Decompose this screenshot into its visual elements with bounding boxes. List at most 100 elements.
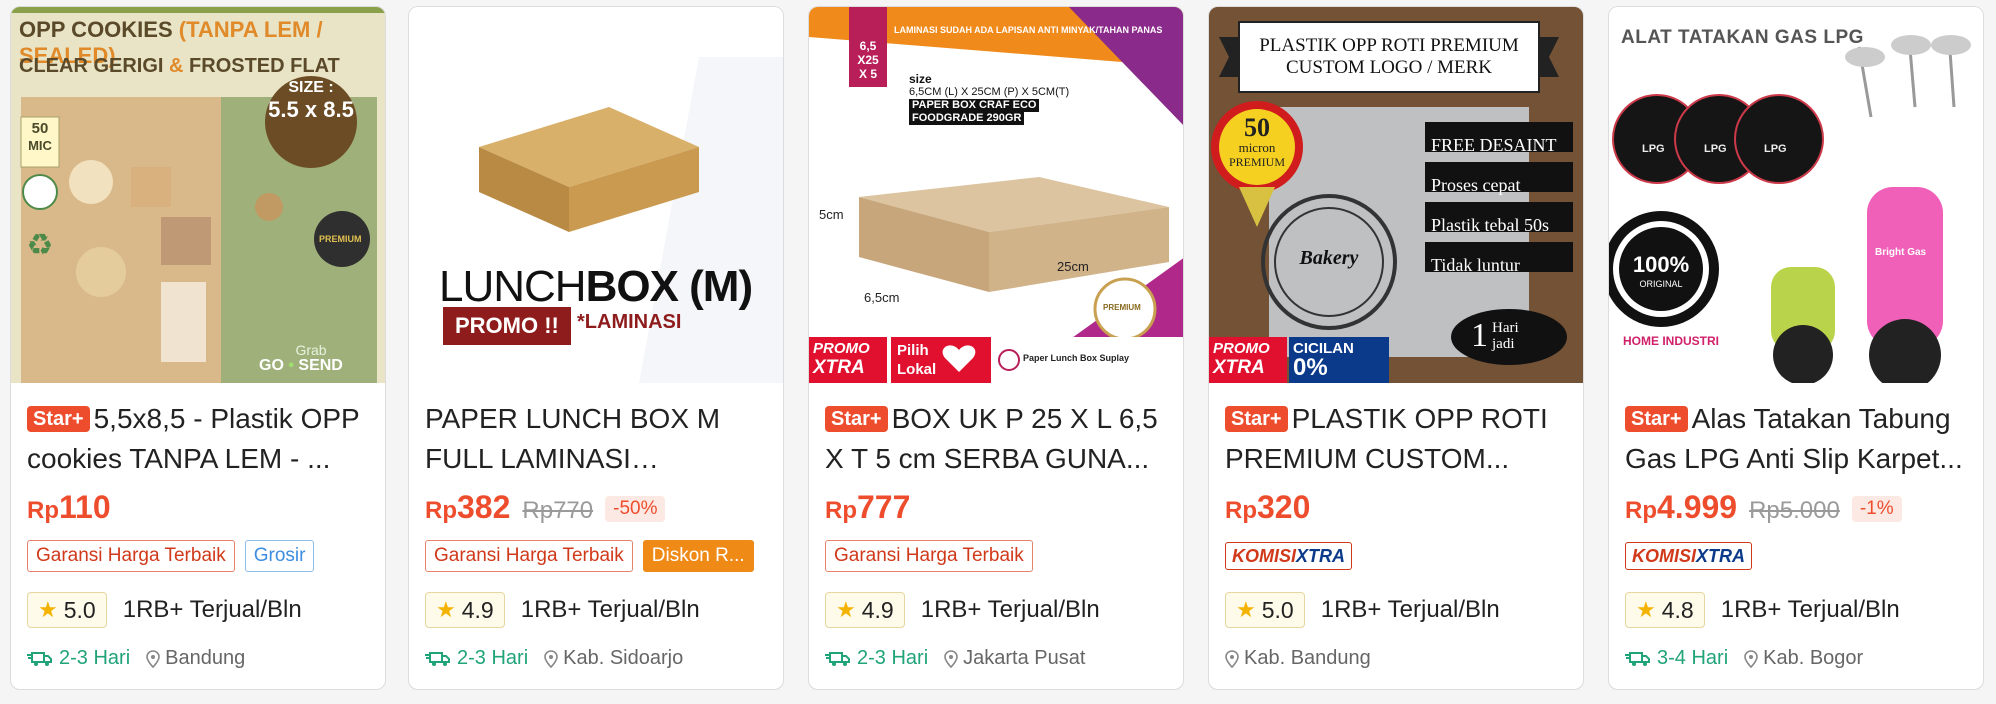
star-plus-badge: Star+ [1225, 406, 1288, 432]
product-card[interactable]: LAMINASI SUDAH ADA LAPISAN ANTI MINYAK/T… [808, 6, 1184, 690]
star-icon: ★ [1236, 597, 1256, 622]
size-label: SIZE : [288, 79, 334, 96]
product-image[interactable]: ALAT TATAKAN GAS LPG LPG LPG LPG 100% OR… [1609, 7, 1983, 383]
dim-3: X 5 [858, 67, 877, 81]
lpg-label-3: LPG [1764, 143, 1787, 155]
product-title[interactable]: Star+ PLASTIK OPP ROTI PREMIUM CUSTOM... [1225, 399, 1567, 479]
tags-row: Garansi Harga Terbaik Grosir [27, 539, 369, 573]
go-text: GO [259, 357, 284, 374]
seal-number: 50 [1244, 113, 1270, 142]
original-badge-text: ORIGINAL [1639, 279, 1683, 289]
product-card[interactable]: LUNCHBOX (M) PROMO !! *LAMINASI PAPER LU… [408, 6, 784, 690]
product-price: Rp4.999 [1625, 489, 1737, 526]
shipping-days: 2-3 Hari [59, 647, 131, 669]
location-text: Bandung [165, 647, 246, 669]
location: Jakarta Pusat [944, 647, 1085, 670]
delivery-truck-icon [425, 651, 450, 666]
star-plus-badge: Star+ [825, 406, 888, 432]
tag-grosir: Grosir [244, 540, 315, 572]
meta-row: 2-3 Hari Jakarta Pusat [825, 647, 1167, 670]
star-plus-badge: Star+ [1625, 406, 1688, 432]
komisi-b: XTRA [1296, 546, 1346, 566]
rating-badge: ★ 5.0 [27, 592, 107, 628]
product-card[interactable]: ALAT TATAKAN GAS LPG LPG LPG LPG 100% OR… [1608, 6, 1984, 690]
feature-4: Tidak luntur [1431, 255, 1520, 275]
location-pin-icon [944, 649, 958, 668]
rating-row: ★ 5.0 1RB+ Terjual/Bln [1225, 591, 1567, 629]
discount-badge: -1% [1851, 496, 1902, 522]
rating-row: ★ 4.9 1RB+ Terjual/Bln [825, 591, 1167, 629]
delivery-truck-icon [825, 651, 850, 666]
jadi-b: jadi [1492, 336, 1515, 352]
product-title[interactable]: PAPER LUNCH BOX M FULL LAMINASI Lunchbo.… [425, 399, 767, 479]
sold-count: 1RB+ Terjual/Bln [1320, 596, 1500, 623]
product-card[interactable]: ♻ Grab OPP COOKIES (TANPA LEM / SEALED) … [10, 6, 386, 690]
tag-best-price: Garansi Harga Terbaik [825, 540, 1033, 572]
svg-text:♻: ♻ [27, 228, 54, 263]
product-title[interactable]: Star+ BOX UK P 25 X L 6,5 X T 5 cm SERBA … [825, 399, 1167, 479]
image-line-b: & [169, 55, 184, 77]
product-price: Rp320 [1225, 489, 1310, 526]
original-price: Rp770 [522, 497, 594, 524]
price-value: 4.999 [1657, 489, 1738, 525]
tag-best-price: Garansi Harga Terbaik [27, 540, 235, 572]
rating-value: 4.8 [1661, 597, 1694, 623]
feature-2: Proses cepat [1431, 175, 1521, 195]
currency: Rp [27, 497, 59, 524]
promo-xtra-a: PROMO [1213, 340, 1270, 357]
brand-b: BOX (M) [585, 262, 754, 311]
product-image[interactable]: LUNCHBOX (M) PROMO !! *LAMINASI [409, 7, 783, 383]
seller-label: Paper Lunch Box Suplay [1023, 353, 1130, 363]
sold-count: 1RB+ Terjual/Bln [122, 596, 302, 623]
rating-value: 4.9 [461, 597, 494, 623]
seal-a: micron [1238, 140, 1276, 155]
bakery-logo: Bakery [1299, 247, 1359, 269]
grab-logo-text: Grab [295, 342, 326, 358]
product-title[interactable]: Star+ Alas Tatakan Tabung Gas LPG Anti Sl… [1625, 399, 1967, 479]
meta-row: 2-3 Hari Bandung [27, 647, 369, 670]
product-image[interactable]: LAMINASI SUDAH ADA LAPISAN ANTI MINYAK/T… [809, 7, 1183, 383]
shipping-days: 2-3 Hari [457, 647, 529, 669]
jadi-a: Hari [1492, 320, 1519, 336]
original-price: Rp5.000 [1749, 497, 1840, 524]
product-price: Rp777 [825, 489, 910, 526]
dim-1: 6,5 [859, 39, 877, 53]
product-image[interactable]: PLASTIK OPP ROTI PREMIUM CUSTOM LOGO / M… [1209, 7, 1583, 383]
original-badge-number: 100% [1632, 252, 1690, 277]
image-top-banner: LAMINASI SUDAH ADA LAPISAN ANTI MINYAK/T… [894, 25, 1163, 35]
product-image[interactable]: ♻ Grab OPP COOKIES (TANPA LEM / SEALED) … [11, 7, 385, 383]
currency: Rp [825, 497, 857, 524]
price-value: 320 [1257, 489, 1311, 525]
dim-2: X25 [857, 53, 879, 67]
rating-row: ★ 4.9 1RB+ Terjual/Bln [425, 591, 767, 629]
jadi-number: 1 [1471, 317, 1488, 354]
location-text: Kab. Sidoarjo [563, 647, 684, 669]
promo-xtra-b: XTRA [1213, 357, 1265, 378]
lpg-label-1: LPG [1642, 143, 1665, 155]
location: Bandung [146, 647, 245, 670]
location-text: Kab. Bogor [1763, 647, 1864, 669]
size-text: 6,5CM (L) X 25CM (P) X 5CM(T) [909, 86, 1070, 98]
price-value: 110 [59, 489, 111, 525]
star-icon: ★ [1636, 597, 1656, 622]
length-label: 25cm [1057, 259, 1089, 274]
tags-row: Garansi Harga Terbaik [825, 539, 1167, 573]
rating-value: 5.0 [1261, 597, 1294, 623]
location-pin-icon [1744, 649, 1758, 668]
pilih-lokal-b: Lokal [897, 361, 937, 378]
star-icon: ★ [836, 597, 856, 622]
promo-xtra-a: PROMO [813, 340, 870, 357]
price-row: Rp4.999 Rp5.000 -1% [1625, 489, 1967, 529]
product-title[interactable]: Star+ 5,5x8,5 - Plastik OPP cookies TANPA… [27, 399, 369, 479]
rating-value: 4.9 [861, 597, 894, 623]
image-headline: OPP COOKIES [19, 17, 173, 42]
product-card[interactable]: PLASTIK OPP ROTI PREMIUM CUSTOM LOGO / M… [1208, 6, 1584, 690]
rating-badge: ★ 5.0 [1225, 592, 1305, 628]
location-pin-icon [1225, 649, 1239, 668]
grade-label: FOODGRADE 290GR [909, 112, 1025, 125]
meta-row: Kab. Bandung [1225, 647, 1567, 670]
price-row: Rp777 [825, 489, 1167, 529]
home-industri-label: HOME INDUSTRI [1623, 334, 1719, 348]
size-value: 5.5 x 8.5 [268, 97, 354, 122]
image-banner-2: CUSTOM LOGO / MERK [1285, 57, 1493, 78]
